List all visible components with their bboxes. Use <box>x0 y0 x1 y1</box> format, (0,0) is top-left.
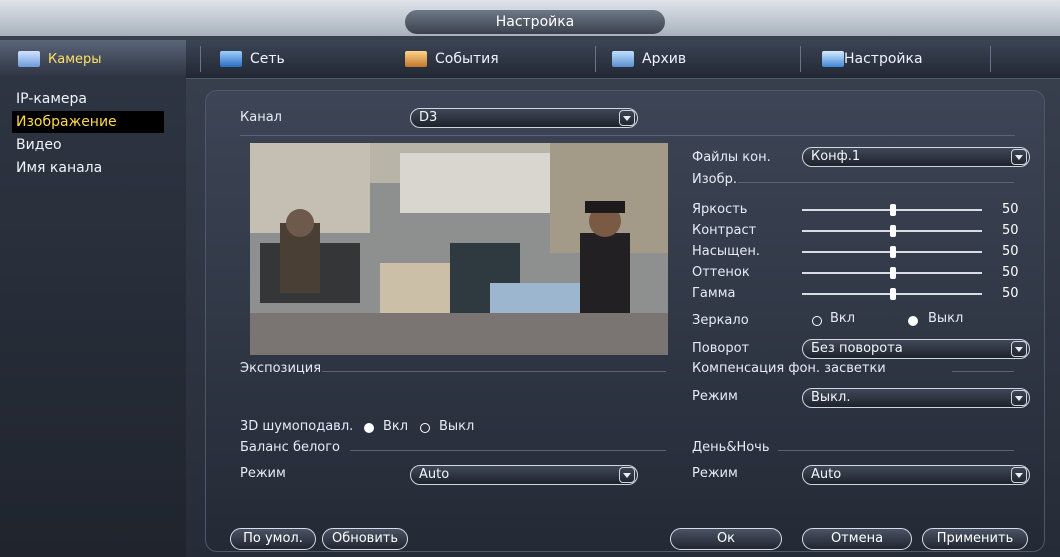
camera-preview <box>250 143 668 355</box>
camera-icon <box>18 51 40 67</box>
divider <box>350 450 666 451</box>
channel-select[interactable]: D3 <box>410 108 638 128</box>
backlight-mode-label: Режим <box>692 389 738 404</box>
gamma-value: 50 <box>1002 286 1019 301</box>
day-night-mode-select[interactable]: Auto <box>802 465 1030 485</box>
mirror-off-radio[interactable] <box>908 316 918 326</box>
ok-button[interactable]: Ок <box>670 528 782 550</box>
white-balance-mode-select[interactable]: Auto <box>410 465 638 485</box>
divider <box>322 371 666 372</box>
white-balance-mode-label: Режим <box>240 466 286 481</box>
preview-image <box>250 143 668 355</box>
rotate-label: Поворот <box>692 341 750 356</box>
hue-slider[interactable] <box>802 266 982 280</box>
gamma-slider[interactable] <box>802 287 982 301</box>
hue-value: 50 <box>1002 265 1019 280</box>
noise-off-label: Выкл <box>439 419 475 434</box>
tab-archive[interactable]: Архив <box>612 40 686 78</box>
divider <box>952 371 1014 372</box>
tab-divider <box>200 46 201 72</box>
tab-divider <box>800 46 801 72</box>
mirror-off-label: Выкл <box>928 311 964 326</box>
hue-label: Оттенок <box>692 265 750 280</box>
apply-button[interactable]: Применить <box>922 528 1028 550</box>
settings-window: Настройка Камеры Сеть События Архив Наст… <box>0 0 1060 557</box>
day-night-title: День&Ночь <box>692 440 770 455</box>
white-balance-title: Баланс белого <box>240 440 341 455</box>
exposure-title: Экспозиция <box>240 361 322 376</box>
contrast-value: 50 <box>1002 223 1019 238</box>
sidebar-item-channel-name[interactable]: Имя канала <box>12 157 106 179</box>
chevron-down-icon <box>1011 149 1027 165</box>
cancel-button[interactable]: Отмена <box>802 528 912 550</box>
mirror-on-label: Вкл <box>830 311 856 326</box>
rotate-select[interactable]: Без поворота <box>802 339 1030 359</box>
noise-on-label: Вкл <box>383 419 409 434</box>
sidebar-item-ip-camera[interactable]: IP-камера <box>12 88 91 110</box>
chevron-down-icon <box>1011 467 1027 483</box>
window-title: Настройка <box>405 10 665 34</box>
sidebar: IP-камера Изображение Видео Имя канала <box>0 78 186 557</box>
divider <box>778 450 1014 451</box>
chevron-down-icon <box>619 110 635 126</box>
mirror-on-radio[interactable] <box>812 316 822 326</box>
events-icon <box>405 51 427 67</box>
saturation-slider[interactable] <box>802 245 982 259</box>
refresh-button[interactable]: Обновить <box>322 528 408 550</box>
tab-network[interactable]: Сеть <box>220 40 285 78</box>
settings-icon <box>822 51 844 67</box>
noise-off-radio[interactable] <box>420 423 430 433</box>
sidebar-item-video[interactable]: Видео <box>12 134 66 156</box>
title-bar: Настройка <box>0 0 1060 36</box>
gamma-label: Гамма <box>692 286 736 301</box>
channel-label: Канал <box>240 110 282 125</box>
saturation-value: 50 <box>1002 244 1019 259</box>
archive-icon <box>612 51 634 67</box>
network-icon <box>220 51 242 67</box>
brightness-value: 50 <box>1002 202 1019 217</box>
profile-label: Файлы кон. <box>692 150 771 165</box>
default-button[interactable]: По умол. <box>230 528 316 550</box>
chevron-down-icon <box>619 467 635 483</box>
brightness-slider[interactable] <box>802 203 982 217</box>
noise-on-radio[interactable] <box>364 423 374 433</box>
day-night-mode-label: Режим <box>692 466 738 481</box>
contrast-slider[interactable] <box>802 224 982 238</box>
sidebar-item-image[interactable]: Изображение <box>12 111 164 133</box>
mirror-label: Зеркало <box>692 313 749 328</box>
backlight-mode-select[interactable]: Выкл. <box>802 388 1030 408</box>
tab-events[interactable]: События <box>405 40 499 78</box>
divider <box>738 182 1014 183</box>
chevron-down-icon <box>1011 390 1027 406</box>
tab-settings[interactable]: Настройка <box>822 40 923 78</box>
tab-divider <box>990 46 991 72</box>
divider <box>240 135 1015 136</box>
contrast-label: Контраст <box>692 223 757 238</box>
backlight-title: Компенсация фон. засветки <box>692 361 886 376</box>
chevron-down-icon <box>1011 341 1027 357</box>
profile-select[interactable]: Конф.1 <box>802 147 1030 167</box>
noise-label: 3D шумоподавл. <box>240 419 354 434</box>
saturation-label: Насыщен. <box>692 244 761 259</box>
main-tabs: Камеры Сеть События Архив Настройка <box>0 40 1060 79</box>
tab-divider <box>595 46 596 72</box>
tab-cameras[interactable]: Камеры <box>0 40 186 78</box>
brightness-label: Яркость <box>692 202 748 217</box>
image-section-title: Изобр. <box>692 172 737 187</box>
